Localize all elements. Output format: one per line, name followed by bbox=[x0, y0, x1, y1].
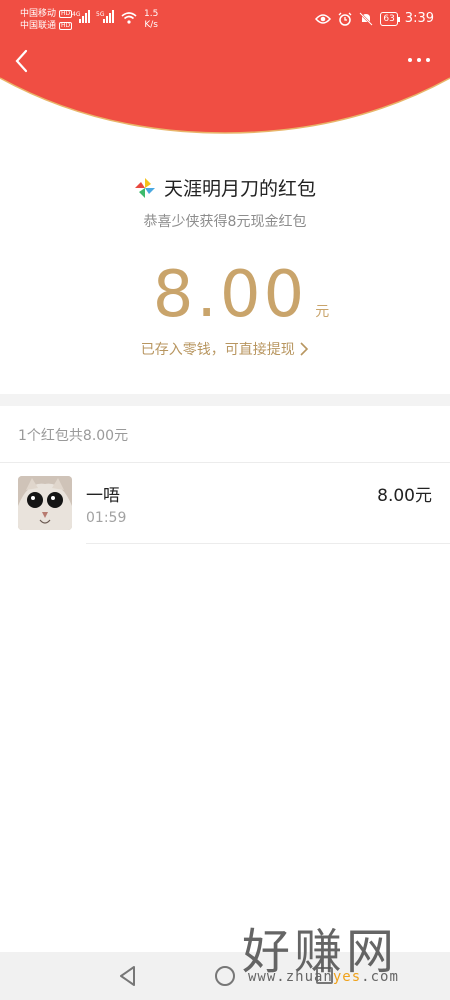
more-dots-icon bbox=[408, 58, 412, 62]
record-name: 一唔 bbox=[86, 486, 120, 506]
record-row[interactable]: 一唔 01:59 8.00元 bbox=[0, 463, 450, 543]
sender-title: 天涯明月刀的红包 bbox=[163, 178, 316, 200]
record-amount: 8.00元 bbox=[377, 486, 432, 506]
carrier-info: 中国移动 HD 中国联通 HD bbox=[20, 8, 73, 32]
back-button[interactable] bbox=[12, 48, 32, 74]
mute-bell-icon bbox=[359, 11, 374, 26]
chevron-right-icon bbox=[300, 342, 309, 356]
signal-icon-2 bbox=[103, 10, 114, 23]
status-bar: 中国移动 HD 中国联通 HD 4G 5G 1.5 K/s 63 3:39 bbox=[0, 0, 450, 42]
watermark: 好赚网 www.zhuanyes.com bbox=[238, 912, 438, 992]
eye-icon bbox=[315, 13, 332, 24]
hd-badge-2: HD bbox=[59, 22, 73, 30]
records-summary: 1个红包共8.00元 bbox=[18, 428, 129, 444]
packet-amount: 8.00 bbox=[152, 258, 308, 332]
hd-badge: HD bbox=[59, 10, 73, 18]
watermark-url: www.zhuanyes.com bbox=[248, 969, 399, 985]
sender-row: 天涯明月刀的红包 bbox=[0, 174, 450, 201]
withdraw-link[interactable]: 已存入零钱，可直接提现 bbox=[0, 339, 450, 359]
alarm-icon bbox=[338, 12, 352, 26]
game-logo-icon bbox=[134, 177, 155, 198]
wifi-icon bbox=[121, 12, 137, 24]
triangle-back-icon bbox=[120, 966, 135, 986]
more-button[interactable] bbox=[408, 58, 430, 62]
carrier-1: 中国移动 bbox=[20, 9, 57, 19]
nav-back-button[interactable] bbox=[118, 965, 138, 987]
signal-icon bbox=[79, 10, 90, 23]
carrier-2: 中国联通 bbox=[20, 21, 57, 31]
greeting-text: 恭喜少侠获得8元现金红包 bbox=[143, 214, 307, 230]
nav-home-button[interactable] bbox=[215, 966, 235, 986]
amount-row: 8.00 元 bbox=[0, 258, 450, 332]
divider bbox=[86, 543, 450, 544]
record-time: 01:59 bbox=[86, 510, 127, 526]
clock: 3:39 bbox=[404, 11, 434, 26]
battery-icon: 63 bbox=[380, 11, 401, 26]
avatar[interactable] bbox=[18, 476, 72, 530]
chevron-left-icon bbox=[15, 49, 28, 73]
status-right: 63 3:39 bbox=[315, 11, 434, 26]
withdraw-link-label: 已存入零钱，可直接提现 bbox=[140, 342, 295, 358]
amount-unit: 元 bbox=[315, 304, 330, 320]
network-speed: 1.5 K/s bbox=[144, 9, 159, 30]
records-section: 1个红包共8.00元 一唔 01:59 8.00元 bbox=[0, 406, 450, 952]
